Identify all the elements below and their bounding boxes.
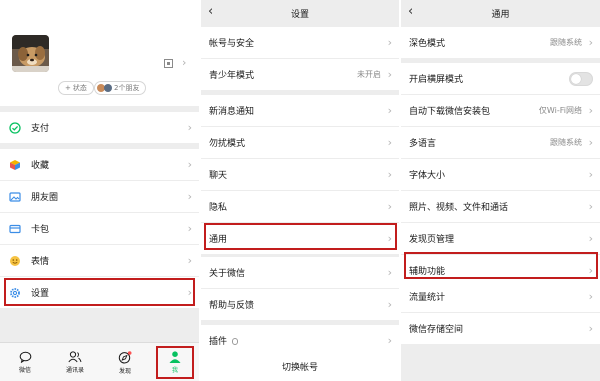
- page-title: 通用: [491, 10, 510, 20]
- settings-item-teen-mode[interactable]: 青少年模式 未开启 ›: [201, 59, 399, 90]
- highlight-box: [4, 278, 195, 306]
- avatar[interactable]: [12, 35, 49, 72]
- tab-contacts[interactable]: 通讯录: [50, 343, 100, 381]
- general-item-auto-download[interactable]: 自动下载微信安装包 仅Wi-Fi网络 ›: [401, 95, 600, 126]
- settings-item-privacy[interactable]: 隐私 ›: [201, 191, 399, 222]
- menu-item-favorites[interactable]: 收藏 ›: [0, 149, 199, 180]
- chevron-right-icon: ›: [588, 168, 593, 181]
- chevron-right-icon: ›: [187, 158, 192, 171]
- general-item-language[interactable]: 多语言 跟随系统 ›: [401, 127, 600, 158]
- chevron-right-icon: ›: [588, 232, 593, 245]
- cube-icon: [9, 159, 21, 171]
- menu-item-pay[interactable]: 支付 ›: [0, 112, 199, 143]
- menu-item-cards[interactable]: 卡包 ›: [0, 213, 199, 244]
- switch-account-button[interactable]: 切换帐号: [201, 352, 399, 381]
- chevron-right-icon: ›: [387, 168, 392, 181]
- status-button[interactable]: + 状态: [58, 81, 94, 95]
- smile-icon: [9, 255, 21, 267]
- auto-download-value: 仅Wi-Fi网络: [538, 106, 582, 115]
- general-item-discover-management[interactable]: 发现页管理 ›: [401, 223, 600, 254]
- nav-bar: ‹ 设置: [201, 0, 399, 27]
- compass-icon: [118, 350, 132, 363]
- profile-header[interactable]: › + 状态 2个朋友: [0, 0, 199, 106]
- menu-item-stickers[interactable]: 表情 ›: [0, 245, 199, 276]
- chevron-right-icon: ›: [387, 200, 392, 213]
- chevron-right-icon: ›: [588, 322, 593, 335]
- chevron-right-icon: ›: [387, 36, 392, 49]
- dark-mode-value: 跟随系统: [550, 38, 582, 47]
- settings-item-about[interactable]: 关于微信 ›: [201, 257, 399, 288]
- settings-item-notifications[interactable]: 新消息通知 ›: [201, 95, 399, 126]
- chevron-right-icon: ›: [588, 104, 593, 117]
- friends-status-button[interactable]: 2个朋友: [94, 81, 147, 95]
- highlight-box: [156, 346, 194, 379]
- chevron-right-icon: ›: [182, 56, 187, 69]
- settings-item-help-feedback[interactable]: 帮助与反馈 ›: [201, 289, 399, 320]
- me-page-panel: › + 状态 2个朋友 支付 › 收藏 › 朋友圈 › 卡包 › 表情 › 设置…: [0, 0, 199, 381]
- general-item-dark-mode[interactable]: 深色模式 跟随系统 ›: [401, 27, 600, 58]
- qr-code-icon[interactable]: [164, 59, 173, 68]
- language-value: 跟随系统: [550, 138, 582, 147]
- chevron-right-icon: ›: [187, 190, 192, 203]
- highlight-box: [404, 252, 598, 279]
- chevron-right-icon: ›: [387, 136, 392, 149]
- general-item-media-files[interactable]: 照片、视频、文件和通话 ›: [401, 191, 600, 222]
- nav-bar: ‹ 通用: [401, 0, 600, 27]
- wallet-check-icon: [9, 121, 21, 134]
- landscape-mode-toggle[interactable]: [569, 71, 593, 86]
- chevron-right-icon: ›: [187, 121, 192, 134]
- general-item-storage[interactable]: 微信存储空间 ›: [401, 313, 600, 344]
- card-icon: [9, 223, 21, 235]
- chevron-right-icon: ›: [187, 254, 192, 267]
- general-item-landscape-mode: 开启横屏模式: [401, 63, 600, 94]
- settings-item-chat[interactable]: 聊天 ›: [201, 159, 399, 190]
- chevron-right-icon: ›: [588, 200, 593, 213]
- teen-mode-status: 未开启: [357, 70, 381, 79]
- menu-item-moments[interactable]: 朋友圈 ›: [0, 181, 199, 212]
- settings-item-account-security[interactable]: 帐号与安全 ›: [201, 27, 399, 58]
- chevron-right-icon: ›: [387, 333, 392, 347]
- settings-item-do-not-disturb[interactable]: 勿扰模式 ›: [201, 127, 399, 158]
- highlight-box: [204, 223, 397, 250]
- general-item-font-size[interactable]: 字体大小 ›: [401, 159, 600, 190]
- tab-chats[interactable]: 微信: [0, 343, 50, 381]
- chevron-right-icon: ›: [387, 298, 392, 311]
- settings-page-panel: ‹ 设置 帐号与安全 › 青少年模式 未开启 › 新消息通知 › 勿扰模式 › …: [201, 0, 399, 381]
- settings-item-plugins[interactable]: 插件 ›: [201, 325, 399, 355]
- general-page-panel: ‹ 通用 深色模式 跟随系统 › 开启横屏模式 自动下载微信安装包 仅Wi-Fi…: [401, 0, 600, 381]
- plus-icon: +: [65, 84, 71, 92]
- chevron-right-icon: ›: [588, 290, 593, 303]
- contacts-icon: [68, 351, 82, 363]
- page-title: 设置: [290, 10, 309, 20]
- chevron-right-icon: ›: [187, 222, 192, 235]
- picture-icon: [9, 191, 21, 203]
- tab-discover[interactable]: 发现: [100, 343, 150, 381]
- chevron-right-icon: ›: [387, 104, 392, 117]
- friend-avatar: [104, 84, 112, 92]
- general-item-data-usage[interactable]: 流量统计 ›: [401, 281, 600, 312]
- chevron-right-icon: ›: [387, 68, 392, 81]
- chevron-right-icon: ›: [588, 136, 593, 149]
- chat-bubble-icon: [19, 351, 31, 363]
- chevron-right-icon: ›: [387, 266, 392, 279]
- location-pin-icon: [232, 337, 239, 345]
- chevron-right-icon: ›: [588, 36, 593, 49]
